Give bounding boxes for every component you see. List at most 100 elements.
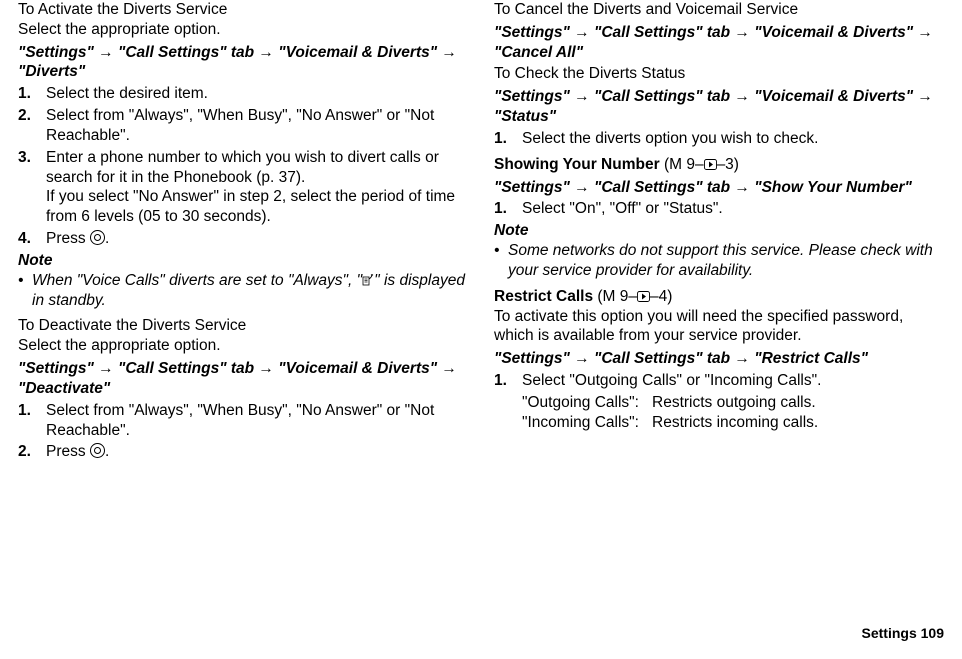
heading-check-status: To Check the Diverts Status <box>494 64 944 84</box>
arrow-icon: → <box>258 360 274 377</box>
page-footer: Settings 109 <box>18 615 944 643</box>
mcode-pre: (M 9– <box>597 288 637 305</box>
step-1: 1.Select the desired item. <box>18 84 468 104</box>
kv-key: "Outgoing Calls": <box>522 393 652 413</box>
path-part: "Show Your Number" <box>754 179 912 196</box>
restrict-intro: To activate this option you will need th… <box>494 307 944 347</box>
arrow-icon: → <box>441 360 457 377</box>
step-4-post: . <box>105 230 109 247</box>
path-part: "Settings" <box>494 24 570 41</box>
path-part: "Restrict Calls" <box>754 350 868 367</box>
page-columns: To Activate the Diverts Service Select t… <box>18 0 944 615</box>
heading-show-number: Showing Your Number (M 9– –3) <box>494 155 944 175</box>
kv-key: "Incoming Calls": <box>522 413 652 433</box>
note-item: •Some networks do not support this servi… <box>494 241 944 281</box>
step-3-sub: If you select "No Answer" in step 2, sel… <box>46 188 455 225</box>
step-4-pre: Press <box>46 230 90 247</box>
path-part: "Cancel All" <box>494 44 583 61</box>
nav-path-cancel: "Settings" → "Call Settings" tab → "Voic… <box>494 23 944 63</box>
arrow-icon: → <box>574 350 590 367</box>
left-column: To Activate the Diverts Service Select t… <box>18 0 468 615</box>
mcode-post: –4) <box>650 288 672 305</box>
path-part: "Settings" <box>18 44 94 61</box>
heading-deactivate: To Deactivate the Diverts Service <box>18 316 468 336</box>
path-part: "Settings" <box>494 88 570 105</box>
arrow-icon: → <box>441 44 457 61</box>
step-3: 3. Enter a phone number to which you wis… <box>18 148 468 227</box>
note-heading: Note <box>494 221 944 241</box>
title-text: Showing Your Number <box>494 156 664 173</box>
kv-incoming: "Incoming Calls": Restricts incoming cal… <box>522 413 944 433</box>
path-part: "Settings" <box>18 360 94 377</box>
center-key-icon <box>90 230 105 245</box>
note-list-show-number: •Some networks do not support this servi… <box>494 241 944 281</box>
right-key-icon <box>704 159 717 170</box>
steps-check: 1.Select the diverts option you wish to … <box>494 129 944 149</box>
step-c1: 1.Select the diverts option you wish to … <box>494 129 944 149</box>
arrow-icon: → <box>917 24 933 41</box>
steps-restrict: 1.Select "Outgoing Calls" or "Incoming C… <box>494 371 944 391</box>
step-2: 2.Select from "Always", "When Busy", "No… <box>18 106 468 146</box>
path-part: "Voicemail & Diverts" <box>278 360 437 377</box>
step-d2-pre: Press <box>46 443 90 460</box>
path-part: "Call Settings" tab <box>118 44 254 61</box>
path-part: "Status" <box>494 108 556 125</box>
arrow-icon: → <box>734 24 750 41</box>
heading-cancel: To Cancel the Diverts and Voicemail Serv… <box>494 0 944 20</box>
step-4: 4. Press . <box>18 229 468 249</box>
arrow-icon: → <box>574 179 590 196</box>
arrow-icon: → <box>734 350 750 367</box>
nav-path-diverts: "Settings" → "Call Settings" tab → "Voic… <box>18 43 468 83</box>
bullet-icon: • <box>18 271 32 311</box>
step-3-main: Enter a phone number to which you wish t… <box>46 149 439 186</box>
arrow-icon: → <box>917 88 933 105</box>
nav-path-status: "Settings" → "Call Settings" tab → "Voic… <box>494 87 944 127</box>
step-d2-post: . <box>105 443 109 460</box>
step-d2: 2. Press . <box>18 442 468 462</box>
step-sy1: 1.Select "On", "Off" or "Status". <box>494 199 944 219</box>
path-part: "Voicemail & Diverts" <box>754 24 913 41</box>
step-rc1: 1.Select "Outgoing Calls" or "Incoming C… <box>494 371 944 391</box>
steps-deactivate: 1.Select from "Always", "When Busy", "No… <box>18 401 468 462</box>
note-text-a: When "Voice Calls" diverts are set to "A… <box>32 272 362 289</box>
arrow-icon: → <box>98 44 114 61</box>
bullet-icon: • <box>494 241 508 281</box>
kv-val: Restricts incoming calls. <box>652 413 818 433</box>
steps-activate: 1.Select the desired item. 2.Select from… <box>18 84 468 249</box>
path-part: "Settings" <box>494 350 570 367</box>
nav-path-restrict: "Settings" → "Call Settings" tab → "Rest… <box>494 349 944 369</box>
kv-val: Restricts outgoing calls. <box>652 393 816 413</box>
kv-outgoing: "Outgoing Calls": Restricts outgoing cal… <box>522 393 944 413</box>
path-part: "Call Settings" tab <box>594 350 730 367</box>
path-part: "Call Settings" tab <box>594 179 730 196</box>
arrow-icon: → <box>98 360 114 377</box>
subtext-activate: Select the appropriate option. <box>18 20 468 40</box>
heading-activate: To Activate the Diverts Service <box>18 0 468 20</box>
steps-show-number: 1.Select "On", "Off" or "Status". <box>494 199 944 219</box>
path-part: "Deactivate" <box>18 380 110 397</box>
title-text: Restrict Calls <box>494 288 597 305</box>
arrow-icon: → <box>734 179 750 196</box>
right-key-icon <box>637 291 650 302</box>
divert-indicator-icon <box>362 274 374 286</box>
path-part: "Voicemail & Diverts" <box>278 44 437 61</box>
note-list: • When "Voice Calls" diverts are set to … <box>18 271 468 311</box>
center-key-icon <box>90 443 105 458</box>
arrow-icon: → <box>734 88 750 105</box>
note-heading: Note <box>18 251 468 271</box>
path-part: "Call Settings" tab <box>118 360 254 377</box>
path-part: "Call Settings" tab <box>594 24 730 41</box>
path-part: "Settings" <box>494 179 570 196</box>
path-part: "Diverts" <box>18 63 85 80</box>
path-part: "Voicemail & Diverts" <box>754 88 913 105</box>
step-d1: 1.Select from "Always", "When Busy", "No… <box>18 401 468 441</box>
subtext-deactivate: Select the appropriate option. <box>18 336 468 356</box>
right-column: To Cancel the Diverts and Voicemail Serv… <box>494 0 944 615</box>
heading-restrict-calls: Restrict Calls (M 9– –4) <box>494 287 944 307</box>
arrow-icon: → <box>574 88 590 105</box>
mcode-post: –3) <box>717 156 739 173</box>
mcode-pre: (M 9– <box>664 156 704 173</box>
note-item: • When "Voice Calls" diverts are set to … <box>18 271 468 311</box>
arrow-icon: → <box>574 24 590 41</box>
nav-path-deactivate: "Settings" → "Call Settings" tab → "Voic… <box>18 359 468 399</box>
